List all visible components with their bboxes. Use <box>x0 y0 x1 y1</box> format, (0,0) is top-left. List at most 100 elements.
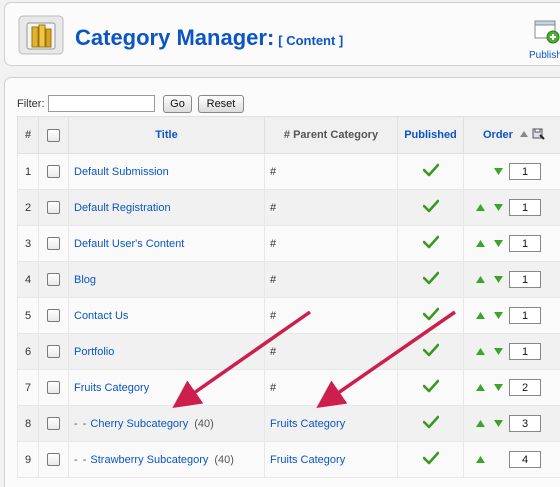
row-parent-cell: # <box>264 333 398 370</box>
column-header-parent: # Parent Category <box>264 116 398 154</box>
reset-button[interactable]: Reset <box>198 95 244 113</box>
row-published-cell <box>397 297 464 334</box>
published-check-icon[interactable] <box>422 343 439 357</box>
filter-input[interactable] <box>48 95 155 112</box>
move-down-icon[interactable] <box>494 384 503 391</box>
category-title-link[interactable]: Cherry Subcategory <box>90 418 188 430</box>
row-checkbox[interactable] <box>47 309 60 322</box>
move-up-icon[interactable] <box>476 204 485 211</box>
order-input[interactable] <box>509 235 541 252</box>
move-up-icon[interactable] <box>476 312 485 319</box>
published-check-icon[interactable] <box>422 451 439 465</box>
row-order-cell <box>463 441 560 478</box>
row-order-cell <box>463 333 560 370</box>
select-all-checkbox[interactable] <box>47 128 60 142</box>
move-down-icon[interactable] <box>494 276 503 283</box>
table-header-row: # Title # Parent Category Published Orde… <box>17 116 560 154</box>
order-input[interactable] <box>509 271 541 288</box>
published-check-icon[interactable] <box>422 271 439 285</box>
row-parent-cell: # <box>264 189 398 226</box>
move-up-icon[interactable] <box>476 276 485 283</box>
parent-category-none: # <box>270 309 277 322</box>
row-checkbox[interactable] <box>47 237 60 250</box>
category-title-link[interactable]: Contact Us <box>74 310 128 322</box>
row-checkbox[interactable] <box>47 345 60 358</box>
column-header-order-label[interactable]: Order <box>483 129 513 141</box>
move-down-icon[interactable] <box>494 168 503 175</box>
published-check-icon[interactable] <box>422 415 439 429</box>
row-title-cell: Contact Us <box>68 297 265 334</box>
category-title-link[interactable]: Strawberry Subcategory <box>90 454 208 466</box>
column-header-published[interactable]: Published <box>397 116 464 154</box>
table-row: 7 Fruits Category # <box>17 369 560 406</box>
parent-category-link[interactable]: Fruits Category <box>270 454 345 466</box>
published-check-icon[interactable] <box>422 235 439 249</box>
row-parent-cell: # <box>264 225 398 262</box>
row-number: 8 <box>17 405 39 442</box>
row-select-cell <box>38 405 69 442</box>
row-order-cell <box>463 261 560 298</box>
parent-category-none: # <box>270 165 277 178</box>
category-title-link[interactable]: Blog <box>74 274 96 286</box>
row-number: 4 <box>17 261 39 298</box>
row-number: 7 <box>17 369 39 406</box>
row-parent-cell: Fruits Category <box>264 441 398 478</box>
move-up-icon[interactable] <box>476 384 485 391</box>
category-title-link[interactable]: Default User's Content <box>74 238 184 250</box>
move-down-icon[interactable] <box>494 204 503 211</box>
page-title-text: Category Manager: <box>75 25 275 50</box>
published-check-icon[interactable] <box>422 199 439 213</box>
row-number: 5 <box>17 297 39 334</box>
row-published-cell <box>397 333 464 370</box>
move-up-icon[interactable] <box>476 420 485 427</box>
parent-category-link[interactable]: Fruits Category <box>270 418 345 430</box>
category-title-link[interactable]: Fruits Category <box>74 382 149 394</box>
row-order-cell <box>463 189 560 226</box>
row-checkbox[interactable] <box>47 165 60 178</box>
published-check-icon[interactable] <box>422 163 439 177</box>
order-input[interactable] <box>509 415 541 432</box>
category-title-link[interactable]: Default Submission <box>74 166 169 178</box>
category-title-link[interactable]: Default Registration <box>74 202 171 214</box>
row-published-cell <box>397 261 464 298</box>
row-parent-cell: # <box>264 297 398 334</box>
move-down-icon[interactable] <box>494 312 503 319</box>
row-checkbox[interactable] <box>47 453 60 466</box>
row-number: 9 <box>17 441 39 478</box>
column-header-title[interactable]: Title <box>68 116 265 154</box>
move-down-icon[interactable] <box>494 240 503 247</box>
row-published-cell <box>397 441 464 478</box>
sort-ascending-icon[interactable] <box>520 130 528 137</box>
order-input[interactable] <box>509 343 541 360</box>
row-title-cell: Default Registration <box>68 189 265 226</box>
order-input[interactable] <box>509 307 541 324</box>
move-up-icon[interactable] <box>476 240 485 247</box>
move-up-icon[interactable] <box>476 348 485 355</box>
row-checkbox[interactable] <box>47 201 60 214</box>
row-order-cell <box>463 297 560 334</box>
category-title-link[interactable]: Portfolio <box>74 346 114 358</box>
publish-label: Publish <box>529 50 560 61</box>
order-input[interactable] <box>509 163 541 180</box>
row-order-cell <box>463 405 560 442</box>
row-checkbox[interactable] <box>47 417 60 430</box>
published-check-icon[interactable] <box>422 307 439 321</box>
go-button[interactable]: Go <box>163 95 192 113</box>
order-input[interactable] <box>509 199 541 216</box>
published-check-icon[interactable] <box>422 379 439 393</box>
row-order-cell <box>463 225 560 262</box>
row-parent-cell: Fruits Category <box>264 405 398 442</box>
row-checkbox[interactable] <box>47 273 60 286</box>
row-checkbox[interactable] <box>47 381 60 394</box>
row-published-cell <box>397 189 464 226</box>
item-count: (40) <box>194 417 214 430</box>
save-order-icon[interactable] <box>532 127 545 140</box>
order-input[interactable] <box>509 379 541 396</box>
move-up-icon[interactable] <box>476 456 485 463</box>
table-row: 4 Blog # <box>17 261 560 298</box>
move-down-icon[interactable] <box>494 348 503 355</box>
order-input[interactable] <box>509 451 541 468</box>
move-down-icon[interactable] <box>494 420 503 427</box>
publish-button[interactable]: Publish <box>526 17 560 63</box>
row-select-cell <box>38 225 69 262</box>
